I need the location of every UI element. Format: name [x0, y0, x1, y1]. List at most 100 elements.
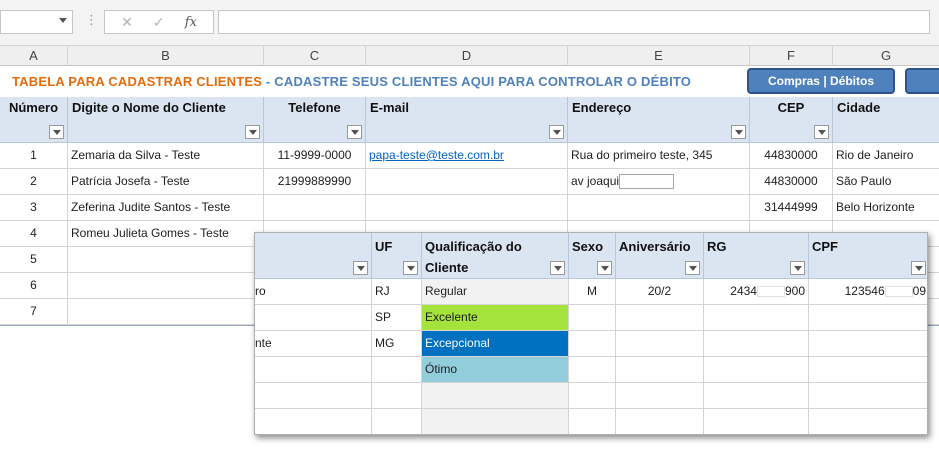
panel-cell-rg[interactable] — [704, 383, 809, 409]
column-header-g[interactable]: G — [833, 46, 939, 66]
panel-cell-rg[interactable] — [704, 331, 809, 357]
panel-cell-sexo[interactable]: M — [569, 279, 616, 305]
panel-cell-sexo[interactable] — [569, 409, 616, 434]
function-icon[interactable]: fx — [185, 15, 197, 30]
filter-dropdown-icon[interactable] — [814, 125, 829, 139]
column-header-d[interactable]: D — [366, 46, 568, 66]
filter-dropdown-icon[interactable] — [353, 261, 368, 275]
cell-edit-box[interactable] — [619, 174, 675, 190]
panel-cell-uf[interactable] — [372, 357, 422, 383]
cell-numero[interactable]: 3 — [0, 195, 68, 221]
panel-cell-aniversario[interactable] — [616, 409, 704, 434]
panel-cell-cidade[interactable] — [255, 383, 372, 409]
panel-cell-sexo[interactable] — [569, 331, 616, 357]
cell-nome[interactable] — [68, 273, 264, 299]
cell-email-text[interactable]: papa-teste@teste.com.br — [369, 148, 504, 162]
column-header-f[interactable]: F — [750, 46, 833, 66]
panel-cell-qualificacao[interactable]: Excepcional — [422, 331, 569, 357]
panel-cell-cpf[interactable] — [809, 357, 927, 383]
panel-cell-rg[interactable]: 2434 900 — [704, 279, 809, 305]
filter-dropdown-icon[interactable] — [911, 261, 926, 275]
panel-cell-qualificacao[interactable] — [422, 409, 569, 434]
filter-dropdown-icon[interactable] — [347, 125, 362, 139]
panel-cell-cidade[interactable]: nte — [255, 331, 372, 357]
cell-email[interactable] — [366, 169, 568, 195]
panel-cell-cidade[interactable]: ro — [255, 279, 372, 305]
filter-dropdown-icon[interactable] — [731, 125, 746, 139]
cell-nome[interactable]: Zemaria da Silva - Teste — [68, 143, 264, 169]
panel-cell-aniversario[interactable] — [616, 331, 704, 357]
cell-numero[interactable]: 2 — [0, 169, 68, 195]
cell-endereco[interactable]: av joaqui — [568, 169, 750, 195]
cell-telefone[interactable]: 21999889990 — [264, 169, 366, 195]
column-header-b[interactable]: B — [68, 46, 264, 66]
column-header-c[interactable]: C — [264, 46, 366, 66]
check-icon[interactable]: ✓ — [153, 14, 165, 31]
panel-cell-cpf[interactable] — [809, 409, 927, 434]
cell-email[interactable] — [366, 195, 568, 221]
panel-cell-rg[interactable] — [704, 409, 809, 434]
name-box[interactable] — [0, 10, 73, 34]
cell-cidade[interactable]: Rio de Janeiro — [833, 143, 939, 169]
cell-nome[interactable]: Patrícia Josefa - Teste — [68, 169, 264, 195]
filter-dropdown-icon[interactable] — [790, 261, 805, 275]
cell-endereco[interactable] — [568, 195, 750, 221]
panel-cell-cidade[interactable] — [255, 305, 372, 331]
cell-cep[interactable]: 31444999 — [750, 195, 833, 221]
cell-nome[interactable] — [68, 247, 264, 273]
compras-debitos-button[interactable]: Compras | Débitos — [747, 68, 895, 94]
filter-dropdown-icon[interactable] — [685, 261, 700, 275]
cell-telefone[interactable] — [264, 195, 366, 221]
cell-numero[interactable]: 6 — [0, 273, 68, 299]
filter-dropdown-icon[interactable] — [550, 261, 565, 275]
cell-cidade[interactable]: Belo Horizonte — [833, 195, 939, 221]
panel-cell-aniversario[interactable] — [616, 357, 704, 383]
panel-cell-aniversario[interactable] — [616, 383, 704, 409]
cell-nome[interactable]: Zeferina Judite Santos - Teste — [68, 195, 264, 221]
filter-dropdown-icon[interactable] — [597, 261, 612, 275]
cell-nome[interactable] — [68, 299, 264, 325]
cell-cidade[interactable]: São Paulo — [833, 169, 939, 195]
cell-nome[interactable]: Romeu Julieta Gomes - Teste — [68, 221, 264, 247]
panel-cell-rg[interactable] — [704, 357, 809, 383]
panel-cell-qualificacao[interactable]: Ótimo — [422, 357, 569, 383]
panel-cell-cidade[interactable] — [255, 409, 372, 434]
filter-dropdown-icon[interactable] — [245, 125, 260, 139]
cell-cep[interactable]: 44830000 — [750, 169, 833, 195]
cell-numero[interactable]: 1 — [0, 143, 68, 169]
panel-cell-aniversario[interactable] — [616, 305, 704, 331]
panel-cell-uf[interactable]: SP — [372, 305, 422, 331]
panel-cell-cpf[interactable] — [809, 305, 927, 331]
panel-cell-sexo[interactable] — [569, 305, 616, 331]
panel-cell-qualificacao[interactable]: Regular — [422, 279, 569, 305]
panel-cell-uf[interactable]: RJ — [372, 279, 422, 305]
filter-dropdown-icon[interactable] — [49, 125, 64, 139]
panel-cell-rg[interactable] — [704, 305, 809, 331]
formula-input[interactable] — [218, 10, 930, 34]
cell-cep[interactable]: 44830000 — [750, 143, 833, 169]
column-header-a[interactable]: A — [0, 46, 68, 66]
cell-email[interactable]: papa-teste@teste.com.br — [366, 143, 568, 169]
panel-cell-aniversario[interactable]: 20/2 — [616, 279, 704, 305]
panel-cell-sexo[interactable] — [569, 357, 616, 383]
panel-cell-uf[interactable]: MG — [372, 331, 422, 357]
cell-endereco[interactable]: Rua do primeiro teste, 345 — [568, 143, 750, 169]
filter-dropdown-icon[interactable] — [549, 125, 564, 139]
panel-cell-cidade[interactable] — [255, 357, 372, 383]
panel-cell-uf[interactable] — [372, 409, 422, 434]
panel-cell-cpf[interactable] — [809, 331, 927, 357]
panel-cell-qualificacao[interactable] — [422, 383, 569, 409]
panel-cell-sexo[interactable] — [569, 383, 616, 409]
next-button[interactable] — [905, 68, 939, 94]
panel-cell-cpf[interactable] — [809, 383, 927, 409]
panel-cell-qualificacao[interactable]: Excelente — [422, 305, 569, 331]
panel-cell-cpf[interactable]: 123546 09 — [809, 279, 927, 305]
chevron-down-icon[interactable] — [59, 18, 67, 23]
cell-telefone[interactable]: 11-9999-0000 — [264, 143, 366, 169]
filter-dropdown-icon[interactable] — [403, 261, 418, 275]
cell-numero[interactable]: 4 — [0, 221, 68, 247]
cell-numero[interactable]: 5 — [0, 247, 68, 273]
cancel-icon[interactable]: ✕ — [121, 14, 133, 31]
cell-numero[interactable]: 7 — [0, 299, 68, 325]
column-header-e[interactable]: E — [568, 46, 750, 66]
